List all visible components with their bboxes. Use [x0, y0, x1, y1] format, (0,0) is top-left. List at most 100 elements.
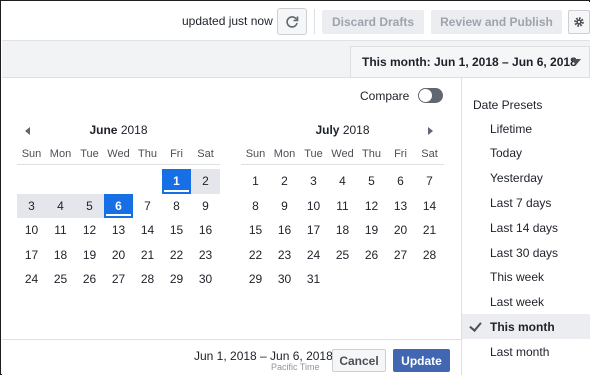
calendar-day[interactable]: 13 — [104, 218, 133, 243]
calendar-day[interactable]: 10 — [299, 194, 328, 219]
preset-item[interactable]: Last 14 days — [462, 215, 590, 240]
review-and-publish-button[interactable]: Review and Publish — [431, 10, 562, 34]
calendar-day[interactable]: 27 — [104, 267, 133, 292]
calendar-day[interactable]: 26 — [357, 243, 386, 268]
weekday-label: Sat — [421, 148, 438, 160]
calendar-day[interactable]: 4 — [328, 169, 357, 194]
preset-item[interactable]: Last week — [462, 290, 590, 315]
calendar-day[interactable]: 7 — [133, 194, 162, 219]
weekday-label: Tue — [304, 148, 323, 160]
preset-item[interactable]: Last month — [462, 339, 590, 364]
calendar-day[interactable]: 19 — [357, 218, 386, 243]
preset-item[interactable]: Yesterday — [462, 166, 590, 191]
calendar-day[interactable]: 16 — [191, 218, 220, 243]
calendar-day[interactable]: 12 — [75, 218, 104, 243]
month-year: 2018 — [342, 123, 370, 137]
preset-item[interactable]: Last 30 days — [462, 240, 590, 265]
date-picker-window: updated just now Discard Drafts Review a… — [0, 0, 590, 375]
cancel-button[interactable]: Cancel — [332, 349, 386, 372]
calendar-day[interactable]: 3 — [17, 193, 46, 218]
calendar-day[interactable]: 20 — [104, 243, 133, 268]
weekday-label: Tue — [80, 148, 99, 160]
calendar-day[interactable]: 11 — [328, 194, 357, 219]
calendar-day[interactable]: 8 — [162, 194, 191, 219]
calendar-day[interactable]: 29 — [162, 267, 191, 292]
calendar-day[interactable]: 23 — [270, 243, 299, 268]
calendar-day[interactable]: 21 — [133, 243, 162, 268]
calendar-day[interactable]: 19 — [75, 243, 104, 268]
calendar-day[interactable]: 9 — [191, 194, 220, 219]
preset-item[interactable]: This week — [462, 265, 590, 290]
weekday-label: Fri — [170, 148, 183, 160]
calendar-day[interactable]: 25 — [46, 267, 75, 292]
calendar-day[interactable]: 13 — [386, 194, 415, 219]
selected-range-text: Jun 1, 2018 – Jun 6, 2018 — [194, 349, 333, 363]
date-range-bar: This month: Jun 1, 2018 – Jun 6, 2018 — [2, 41, 590, 78]
calendar-day[interactable]: 6 — [104, 193, 133, 218]
weekday-header: Sun Mon Tue Wed Thu Fri Sat — [17, 148, 220, 165]
refresh-icon — [286, 15, 299, 28]
update-button[interactable]: Update — [393, 349, 450, 372]
calendar-footer: Jun 1, 2018 – Jun 6, 2018 Pacific Time C… — [2, 339, 461, 375]
calendar-day[interactable]: 23 — [191, 243, 220, 268]
discard-drafts-button[interactable]: Discard Drafts — [322, 10, 424, 34]
calendar-day[interactable]: 11 — [46, 218, 75, 243]
preset-item[interactable]: Lifetime — [462, 116, 590, 141]
calendar-day[interactable]: 29 — [241, 267, 270, 292]
calendar-day[interactable]: 22 — [162, 243, 191, 268]
settings-button[interactable] — [568, 10, 590, 34]
calendar-day[interactable]: 26 — [75, 267, 104, 292]
calendar-day[interactable]: 3 — [299, 169, 328, 194]
preset-item[interactable]: Today — [462, 141, 590, 166]
weekday-label: Sun — [245, 148, 266, 160]
calendar-day[interactable]: 14 — [415, 194, 444, 219]
calendar-day[interactable]: 17 — [299, 218, 328, 243]
calendar-day[interactable]: 2 — [270, 169, 299, 194]
calendar-day[interactable]: 28 — [133, 267, 162, 292]
calendar-day[interactable]: 22 — [241, 243, 270, 268]
date-range-dropdown[interactable]: This month: Jun 1, 2018 – Jun 6, 2018 — [350, 46, 590, 77]
calendar-day[interactable]: 5 — [357, 169, 386, 194]
calendar-day[interactable]: 4 — [46, 193, 75, 218]
calendar-day[interactable]: 12 — [357, 194, 386, 219]
preset-item[interactable]: This month — [462, 314, 590, 340]
compare-toggle[interactable] — [418, 88, 443, 103]
calendar-day[interactable]: 30 — [191, 267, 220, 292]
calendar-day[interactable]: 10 — [17, 218, 46, 243]
calendar-day[interactable]: 17 — [17, 243, 46, 268]
calendar-day[interactable]: 18 — [46, 243, 75, 268]
toolbar-divider — [314, 9, 315, 34]
calendar-day[interactable]: 9 — [270, 194, 299, 219]
calendar-day[interactable]: 24 — [299, 243, 328, 268]
preset-label: Last month — [490, 344, 550, 359]
month-title: June 2018 — [17, 123, 220, 139]
calendar-day[interactable]: 20 — [386, 218, 415, 243]
calendar-day[interactable]: 25 — [328, 243, 357, 268]
top-toolbar: updated just now Discard Drafts Review a… — [2, 2, 590, 41]
updated-status: updated just now — [182, 14, 273, 28]
calendar-day[interactable]: 28 — [415, 243, 444, 268]
calendar-day[interactable]: 27 — [386, 243, 415, 268]
calendar-day[interactable]: 7 — [415, 169, 444, 194]
calendar-day[interactable]: 1 — [241, 169, 270, 194]
calendar-day[interactable]: 14 — [133, 218, 162, 243]
calendar-day[interactable]: 24 — [17, 267, 46, 292]
preset-item[interactable]: Last 7 days — [462, 190, 590, 215]
calendar-day[interactable]: 5 — [75, 193, 104, 218]
calendar-day[interactable]: 6 — [386, 169, 415, 194]
checkmark-icon — [469, 319, 482, 333]
calendar-day[interactable]: 2 — [191, 169, 220, 194]
calendar-day[interactable]: 16 — [270, 218, 299, 243]
refresh-button[interactable] — [277, 8, 307, 35]
compare-label: Compare — [360, 89, 410, 103]
calendar-day[interactable]: 21 — [415, 218, 444, 243]
calendar-day[interactable]: 8 — [241, 194, 270, 219]
calendar-day[interactable]: 15 — [162, 218, 191, 243]
calendar-day[interactable]: 1 — [162, 169, 191, 194]
calendar-day[interactable]: 31 — [299, 267, 328, 292]
calendar-day[interactable]: 15 — [241, 218, 270, 243]
weekday-header: Sun Mon Tue Wed Thu Fri Sat — [241, 148, 444, 165]
date-presets-panel: Date Presets Lifetime Today Yesterday Last … — [461, 78, 590, 375]
calendar-day[interactable]: 30 — [270, 267, 299, 292]
calendar-day[interactable]: 18 — [328, 218, 357, 243]
